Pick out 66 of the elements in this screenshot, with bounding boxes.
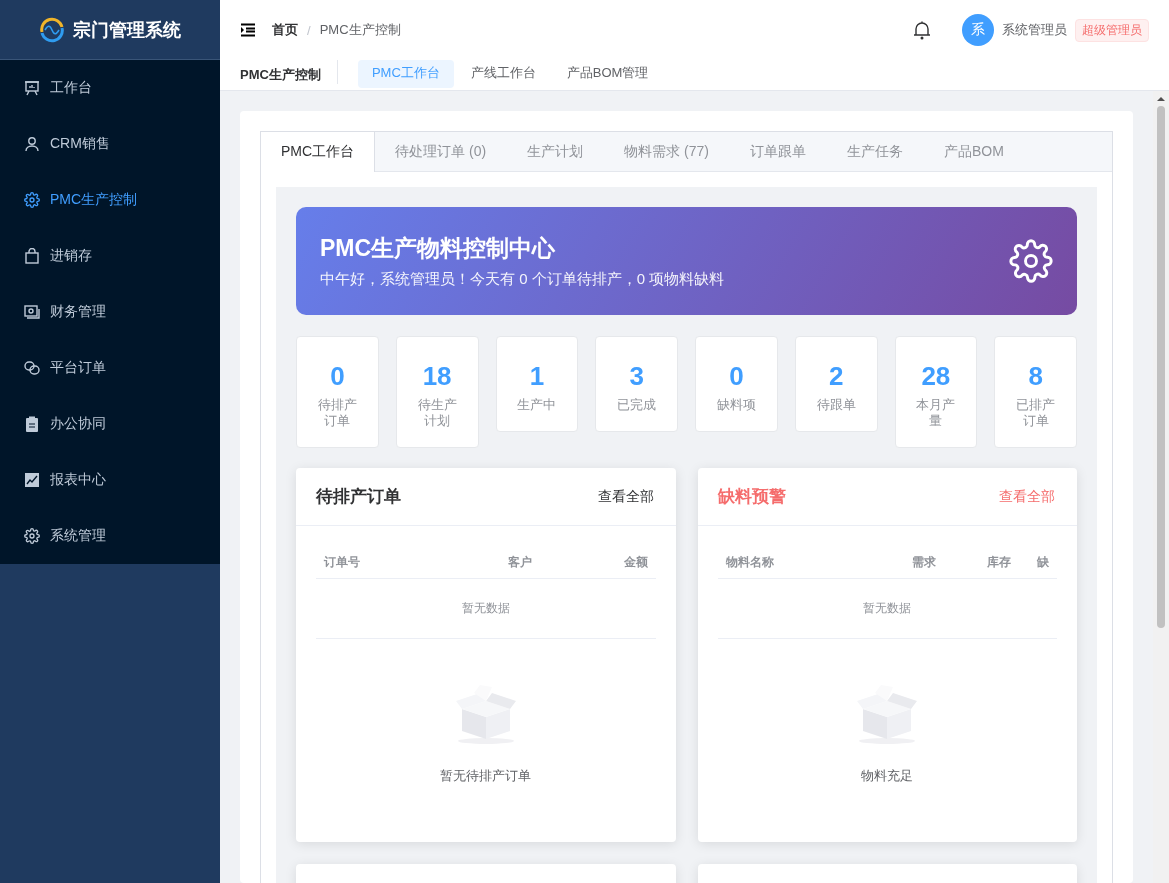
presentation-icon xyxy=(24,80,40,96)
breadcrumb-current: PMC生产控制 xyxy=(319,21,401,39)
sidebar-item[interactable]: 平台订单 xyxy=(0,340,220,396)
sidebar-item[interactable]: PMC生产控制 xyxy=(0,172,220,228)
scroll-up-icon[interactable] xyxy=(1157,95,1165,103)
sidebar-item[interactable]: 工作台 xyxy=(0,60,220,116)
column-header: 需求 xyxy=(910,555,937,569)
page-tab[interactable]: 产品BOM管理 xyxy=(552,60,663,88)
column-header: 金额 xyxy=(622,555,649,569)
bell-icon[interactable] xyxy=(912,20,932,40)
link-icon xyxy=(24,360,40,376)
user-icon xyxy=(24,136,40,152)
stat-label: 待生产计划 xyxy=(416,397,458,429)
empty-state-text: 暂无待排产订单 xyxy=(440,767,532,785)
stat-value: 0 xyxy=(330,361,345,391)
stat-label: 本月产量 xyxy=(915,397,957,429)
user-name: 系统管理员 xyxy=(1002,21,1067,39)
stat-label: 待排产订单 xyxy=(316,397,358,429)
sidebar-item[interactable]: 办公协同 xyxy=(0,396,220,452)
stat-label: 已排产订单 xyxy=(1015,397,1057,429)
panel-title: 缺料预警 xyxy=(717,486,786,508)
settings-icon xyxy=(24,192,40,208)
column-header: 订单号 xyxy=(322,555,361,569)
content-tab[interactable]: PMC工作台 xyxy=(261,132,376,172)
app-title: 宗门管理系统 xyxy=(73,18,181,42)
column-header: 物料名称 xyxy=(724,555,775,569)
breadcrumb-separator: / xyxy=(307,22,311,38)
empty-state-text: 物料充足 xyxy=(861,767,914,785)
banner-subtitle: 中午好，系统管理员！今天有 0 个订单待排产，0 项物料缺料 xyxy=(320,270,726,289)
stat-value: 2 xyxy=(828,361,844,391)
settings-icon xyxy=(1009,239,1053,283)
menu-fold-icon[interactable] xyxy=(240,23,256,37)
role-tag: 超级管理员 xyxy=(1075,18,1149,42)
stat-value: 3 xyxy=(629,361,644,391)
stat-value: 1 xyxy=(529,361,545,391)
column-header: 缺 xyxy=(1036,555,1050,569)
wallet-icon xyxy=(24,304,40,320)
page-tab[interactable]: 产线工作台 xyxy=(456,60,550,88)
logo-icon xyxy=(39,16,65,43)
view-all-link[interactable]: 查看全部 xyxy=(597,487,654,506)
banner-title: PMC生产物料控制中心 xyxy=(320,234,557,263)
clipboard-icon xyxy=(24,416,40,432)
breadcrumb-link[interactable]: 首页 xyxy=(272,21,298,39)
stat-label: 缺料项 xyxy=(716,397,756,413)
settings-icon xyxy=(24,528,40,544)
sidebar-item[interactable]: CRM销售 xyxy=(0,116,220,172)
shopping-bag-icon xyxy=(24,248,40,264)
column-header: 客户 xyxy=(506,555,533,569)
stat-label: 已完成 xyxy=(617,397,657,413)
stat-label: 生产中 xyxy=(517,397,557,413)
scrollbar[interactable] xyxy=(1153,91,1169,883)
panel-title: 待排产订单 xyxy=(316,486,401,508)
sidebar-item[interactable]: 系统管理 xyxy=(0,508,220,564)
stat-value: 0 xyxy=(729,361,744,391)
table-empty-text: 暂无数据 xyxy=(863,601,912,615)
page-title: PMC生产控制 xyxy=(240,60,338,84)
stat-value: 18 xyxy=(422,361,452,391)
sidebar-item[interactable]: 财务管理 xyxy=(0,284,220,340)
sidebar-item[interactable]: 报表中心 xyxy=(0,452,220,508)
stat-label: 待跟单 xyxy=(816,397,856,413)
table-empty-text: 暂无数据 xyxy=(461,601,510,615)
column-header: 库存 xyxy=(986,555,1013,569)
sidebar-item[interactable]: 进销存 xyxy=(0,228,220,284)
chart-icon xyxy=(24,472,40,488)
stat-value: 28 xyxy=(921,361,951,391)
stat-value: 8 xyxy=(1028,361,1043,391)
